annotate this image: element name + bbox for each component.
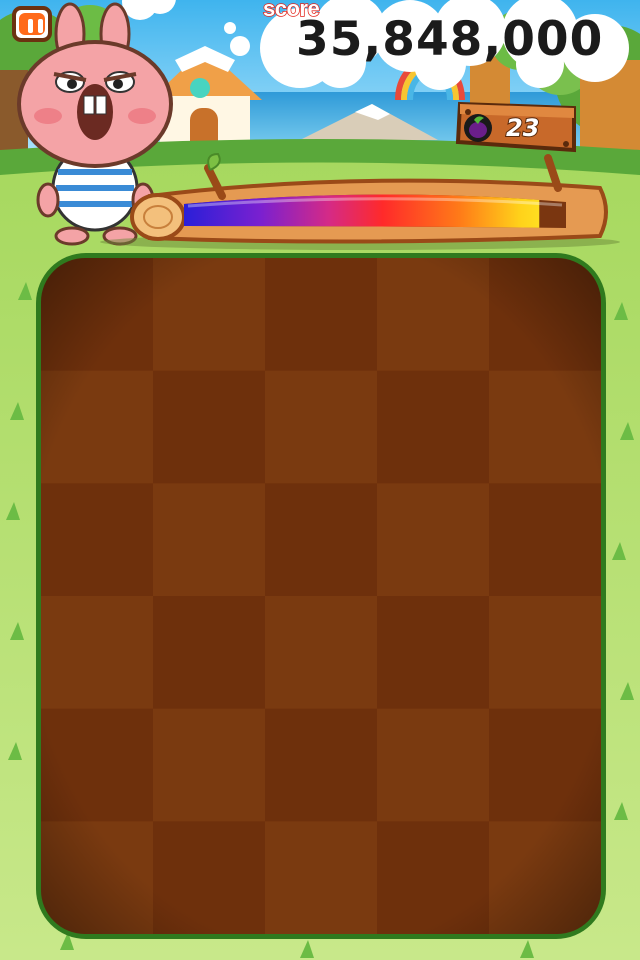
pause-button[interactable] [12,6,52,42]
game-board[interactable] [0,0,640,960]
pause-icon [19,13,45,35]
item-count: 23 [505,113,540,143]
score-value: 35,848,000 [296,12,604,67]
game-screen: score 35,848,000 23 [0,0,640,960]
